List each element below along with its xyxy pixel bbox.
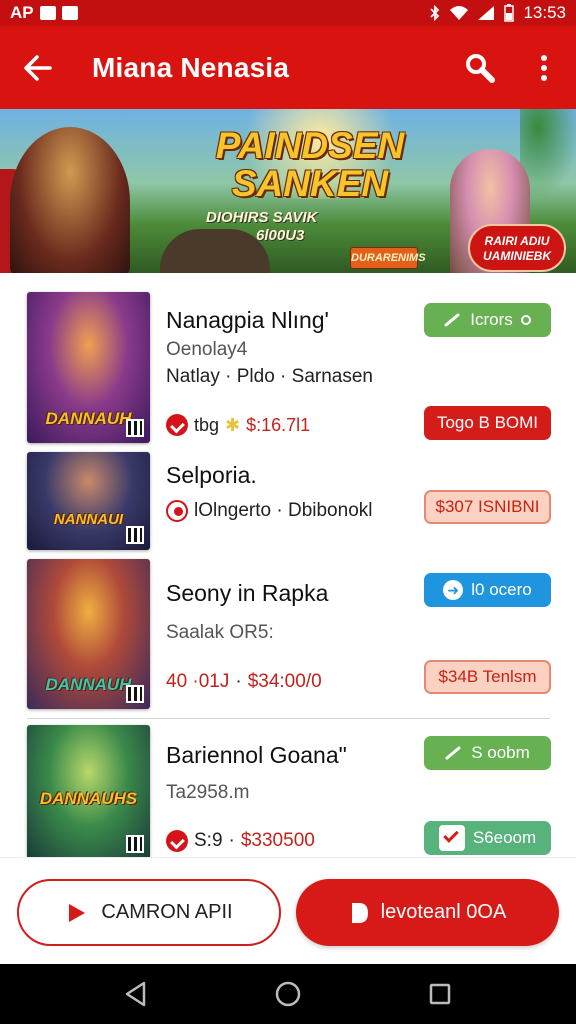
back-button[interactable] [0, 26, 76, 109]
mail-icon [39, 6, 56, 20]
status-bar: AP 13:53 [0, 0, 576, 26]
edit-icon [445, 746, 461, 760]
star-icon: ✱ [225, 414, 241, 435]
game-thumbnail[interactable]: DANNAUH [27, 559, 150, 709]
play-badge-icon [166, 500, 188, 522]
more-vert-icon [541, 54, 547, 81]
nav-back-button[interactable] [106, 964, 166, 1024]
game-subtitle-line: lOlngerto · Dbibonokl [166, 500, 372, 522]
banner-title: PAINDSEN SANKEN [215, 125, 405, 204]
price-line: 40 ·01J · $34:00/0 [166, 671, 322, 692]
promo-banner[interactable]: PAINDSEN SANKEN DIOHIRS SAVIK 6l00U3 DUR… [0, 109, 576, 273]
install-button[interactable]: Icrors [424, 303, 551, 337]
hero-warrior-illustration [10, 127, 130, 273]
search-icon [466, 53, 495, 83]
list-item[interactable]: DANNAUHS Bariennol Goana" Ta2958.m S:9 ·… [0, 719, 576, 857]
banner-subtitle: DIOHIRS SAVIK 6l00U3 [206, 209, 318, 244]
banner-tag: DURARENIMS [350, 247, 426, 269]
app-bar: Miana Nenasia [0, 26, 576, 109]
price-line: S:9 · $330500 [166, 830, 315, 852]
play-icon [69, 903, 86, 922]
qr-code-icon [126, 835, 144, 853]
carrier-label: AP [10, 3, 34, 22]
check-badge-icon [166, 414, 188, 436]
page-title: Miana Nenasia [92, 51, 290, 83]
arrow-back-icon [24, 54, 52, 81]
game-thumbnail[interactable]: DANNAUHS [27, 725, 150, 857]
banner-badge[interactable]: RAIRI ADIU UAMINIEBK [468, 224, 566, 272]
battery-icon [504, 4, 515, 22]
system-nav-bar [0, 964, 576, 1024]
game-title: Nanagpia Nlıng' [166, 307, 329, 333]
dot-icon [520, 315, 531, 325]
secondary-button[interactable]: CAMRON APII [17, 879, 281, 946]
edit-icon [444, 313, 460, 327]
clock-label: 13:53 [523, 3, 566, 22]
overflow-menu-button[interactable] [512, 26, 576, 109]
play-icon [351, 902, 368, 923]
game-title: Seony in Rapka [166, 580, 329, 606]
price-button[interactable]: $34B Tenlsm [424, 660, 551, 694]
checkbox-icon [438, 825, 465, 851]
price-button[interactable]: $307 ISNIBNI [424, 490, 551, 524]
price-button[interactable]: S6eoom [424, 821, 551, 855]
primary-button[interactable]: levoteanl 0OA [296, 879, 559, 946]
nav-home-button[interactable] [258, 964, 318, 1024]
price-line: tbg ✱ $:16.7l1 [166, 414, 310, 436]
check-badge-icon [166, 830, 188, 852]
qr-code-icon [126, 526, 144, 544]
qr-code-icon [126, 685, 144, 703]
list-item[interactable]: DANNAUH Seony in Rapka Saalak OR5: 40 ·0… [0, 553, 576, 718]
qr-code-icon [126, 419, 144, 437]
game-thumbnail[interactable]: DANNAUH [27, 292, 150, 443]
game-subtitle: Saalak OR5: [166, 622, 274, 643]
signal-icon [478, 6, 495, 20]
list-item[interactable]: DANNAUH Nanagpia Nlıng' Oenolay4 Natlay … [0, 273, 576, 448]
search-button[interactable] [448, 26, 512, 109]
game-tags: Natlay · Pldo · Sarnasen [166, 366, 373, 387]
recents-square-icon [429, 983, 451, 1005]
install-button[interactable]: S oobm [424, 736, 551, 770]
back-triangle-icon [125, 981, 146, 1007]
list-item[interactable]: NANNAUI Selporia. lOlngerto · Dbibonokl … [0, 448, 576, 553]
photo-icon [61, 6, 78, 20]
open-button[interactable]: ➜ l0 ocero [424, 573, 551, 607]
game-title: Selporia. [166, 462, 257, 488]
game-thumbnail[interactable]: NANNAUI [27, 452, 150, 550]
game-title: Bariennol Goana" [166, 742, 347, 768]
nav-recents-button[interactable] [410, 964, 470, 1024]
wifi-icon [450, 6, 469, 20]
bluetooth-icon [430, 5, 440, 21]
game-subtitle: Ta2958.m [166, 782, 250, 803]
home-circle-icon [275, 981, 301, 1007]
game-list[interactable]: DANNAUH Nanagpia Nlıng' Oenolay4 Natlay … [0, 273, 576, 857]
game-subtitle: Oenolay4 [166, 339, 248, 360]
price-button[interactable]: Togo B BOMI [424, 406, 551, 440]
share-icon: ➜ [443, 580, 464, 600]
bottom-action-bar: CAMRON APII levoteanl 0OA [0, 857, 576, 964]
